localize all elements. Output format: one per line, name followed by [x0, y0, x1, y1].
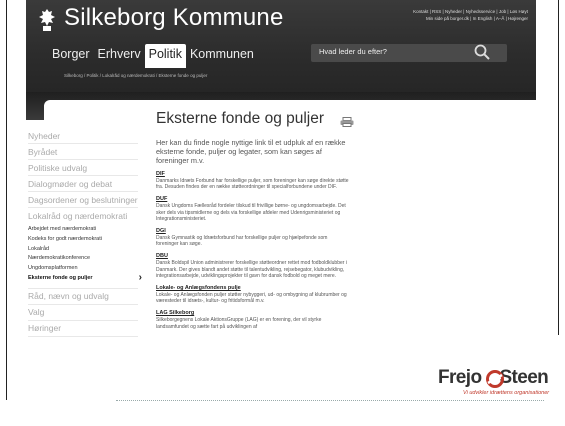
entry-text: Dansk Ungdoms Fællesråd fordeler tilskud…	[156, 203, 346, 222]
search-icon[interactable]	[473, 43, 491, 61]
list-item: DGI Dansk Gymnastik og Idrætsforbund har…	[156, 228, 351, 247]
sidebar-subitem-active[interactable]: Eksterne fonde og puljer ›	[28, 273, 142, 284]
sidebar-subitem-label: Eksterne fonde og puljer	[28, 274, 93, 281]
nav-item-kommunen[interactable]: Kommunen	[186, 44, 258, 64]
slide: Silkeborg Kommune Kontakt | RSS | Nyhede…	[0, 0, 565, 426]
search-placeholder: Hvad leder du efter?	[319, 47, 387, 56]
entry-link[interactable]: Lokale- og Anlægsfondens pulje	[156, 285, 351, 292]
nav-item-erhverv[interactable]: Erhverv	[94, 44, 145, 64]
entry-text: Dansk Gymnastik og Idrætsforbund har for…	[156, 235, 328, 248]
sidebar-item-lokalraad[interactable]: Lokalråd og nærdemokrati	[28, 208, 138, 223]
brand-part-2: Steen	[499, 367, 549, 388]
entry-link[interactable]: LAG Silkeborg	[156, 310, 351, 317]
entry-link[interactable]: DBU	[156, 253, 351, 260]
entry-link[interactable]: DIF	[156, 171, 351, 178]
list-item: LAG Silkeborg Silkeborgegnens Lokale Akt…	[156, 310, 351, 329]
brand-tagline: Vi udvikler idrættens organisationer	[463, 390, 550, 396]
page-title: Eksterne fonde og puljer	[156, 110, 325, 127]
sidebar-item-valg[interactable]: Valg	[28, 305, 138, 321]
utility-links-row[interactable]: Min side på borger.dk | In English | A–Å…	[398, 15, 528, 22]
sidebar-subitem[interactable]: Lokalråd	[28, 245, 138, 255]
chevron-right-icon: ›	[138, 271, 142, 283]
sidebar-subitem[interactable]: Arbejdet med nærdemokrati	[28, 225, 138, 235]
main-content: Eksterne fonde og puljer Her kan du find…	[156, 110, 351, 330]
brand-part-1: Frejo	[438, 367, 482, 388]
sidebar-subitem[interactable]: Kodeks for godt nærdemokrati	[28, 235, 138, 245]
sidebar-subitem[interactable]: Ungdomsplatformen	[28, 264, 138, 274]
list-item: Lokale- og Anlægsfondens pulje Lokale- o…	[156, 285, 351, 304]
slide-frame-right	[558, 0, 559, 335]
sidebar-item-byraadet[interactable]: Byrådet	[28, 144, 138, 160]
sidebar-item-dialogmoeder[interactable]: Dialogmøder og debat	[28, 176, 138, 192]
nav-item-borger[interactable]: Borger	[48, 44, 94, 64]
entry-text: Danmarks Idræts Forbund har forskellige …	[156, 178, 349, 191]
sidebar-item-hoeringer[interactable]: Høringer	[28, 321, 138, 337]
entry-link[interactable]: DGI	[156, 228, 351, 235]
sidebar-item-raad-naevn[interactable]: Råd, nævn og udvalg	[28, 289, 138, 305]
sidebar-item-nyheder[interactable]: Nyheder	[28, 128, 138, 144]
utility-links-row[interactable]: Kontakt | RSS | Nyheder | Nyhedsservice …	[398, 8, 528, 15]
list-item: DBU Dansk Boldspil Union administrerer f…	[156, 253, 351, 279]
entry-text: Dansk Boldspil Union administrerer forsk…	[156, 260, 347, 279]
breadcrumb[interactable]: Silkeborg / Politik / Lokalråd og nærdem…	[64, 73, 207, 78]
crest-icon	[39, 9, 55, 31]
utility-links[interactable]: Kontakt | RSS | Nyheder | Nyhedsservice …	[398, 8, 528, 22]
sidebar-item-politiske-udvalg[interactable]: Politiske udvalg	[28, 160, 138, 176]
print-icon[interactable]	[340, 117, 354, 127]
nav-item-politik[interactable]: Politik	[144, 44, 186, 68]
sidebar: Nyheder Byrådet Politiske udvalg Dialogm…	[28, 128, 142, 337]
brand-ring-icon	[486, 370, 504, 388]
list-item: DIF Danmarks Idræts Forbund har forskell…	[156, 171, 351, 190]
entry-text: Silkeborgegnens Lokale AktionsGruppe (LA…	[156, 317, 322, 330]
sidebar-subgroup: Arbejdet med nærdemokrati Kodeks for god…	[28, 223, 142, 289]
slide-frame-left	[6, 0, 7, 400]
entry-text: Lokale- og Anlægsfonden puljer støtter n…	[156, 292, 347, 305]
site-header: Silkeborg Kommune Kontakt | RSS | Nyhede…	[26, 0, 536, 92]
intro-text: Her kan du finde nogle nyttige link til …	[156, 138, 346, 165]
main-nav: Borger Erhverv Politik Kommunen	[48, 44, 258, 68]
site-title[interactable]: Silkeborg Kommune	[64, 4, 284, 32]
sidebar-item-dagsordener[interactable]: Dagsordener og beslutninger	[28, 192, 138, 208]
list-item: DUF Dansk Ungdoms Fællesråd fordeler til…	[156, 196, 351, 222]
footer-divider	[116, 400, 544, 401]
sidebar-subitem[interactable]: Nærdemokratikonference	[28, 254, 138, 264]
